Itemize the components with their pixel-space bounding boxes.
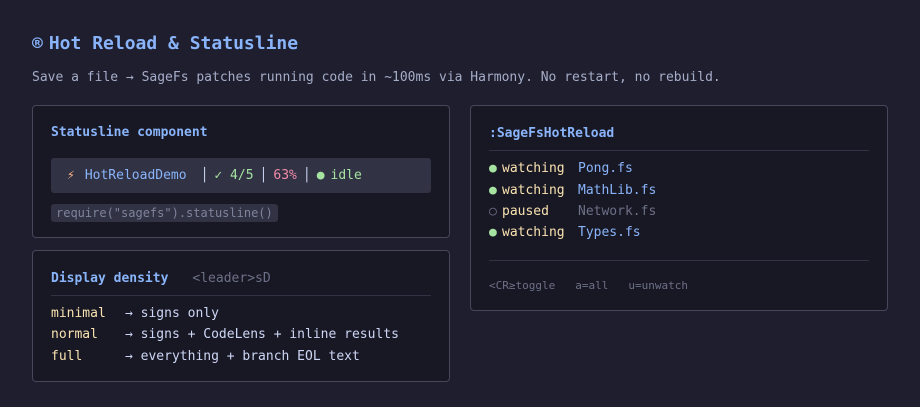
statusline-coverage: 63% (273, 168, 297, 183)
density-row-minimal: minimal → signs only (51, 306, 219, 321)
key-hint-all: a=all (575, 279, 609, 292)
keymap-hints: <CR≥toggle a=all u=unwatch (489, 279, 708, 292)
page-title: ® Hot Reload & Statusline (32, 33, 298, 54)
key-hint-toggle: <CR≥toggle (489, 279, 556, 292)
watch-state: paused (502, 204, 549, 219)
watch-row-network[interactable]: ○ paused Network.fs (489, 204, 656, 219)
statusline-card: Statusline component ⚡ HotReloadDemo │ ✓… (32, 105, 450, 238)
statusline-separator: │ (200, 168, 209, 183)
page-subtitle: Save a file → SageFs patches running cod… (32, 70, 721, 85)
page-title-text: Hot Reload & Statusline (48, 33, 299, 54)
density-mode: full (51, 349, 83, 364)
watch-state: watching (502, 183, 565, 198)
density-heading: Display density (51, 270, 169, 286)
watch-file: Pong.fs (578, 161, 633, 176)
density-keybind: <leader>sD (192, 270, 271, 286)
density-mode: normal (51, 327, 98, 342)
density-row-normal: normal → signs + CodeLens + inline result… (51, 327, 399, 342)
watch-state: watching (502, 161, 565, 176)
status-dot-icon: ● (489, 183, 497, 198)
hot-reload-panel: :SageFsHotReload ● watching Pong.fs ● watch… (470, 105, 888, 311)
statusline-project: HotReloadDemo (84, 168, 187, 183)
density-desc: → signs only (125, 306, 219, 321)
watch-file: Network.fs (578, 204, 657, 219)
statusline-tests: ✓ 4/5 (214, 168, 254, 183)
watch-file: Types.fs (578, 225, 641, 240)
statusline-bar[interactable]: ⚡ HotReloadDemo │ ✓ 4/5 │ 63% │ ● idle (51, 158, 431, 193)
watch-row-mathlib[interactable]: ● watching MathLib.fs (489, 183, 656, 198)
hot-reload-heading: :SageFsHotReload (489, 116, 869, 151)
status-dot-icon: ● (489, 161, 497, 176)
divider (489, 260, 869, 261)
statusline-state: idle (330, 168, 362, 183)
statusline-code-snippet: require("sagefs").statusline() (51, 204, 278, 222)
status-dot-icon: ● (489, 225, 497, 240)
watch-row-types[interactable]: ● watching Types.fs (489, 225, 641, 240)
density-row-full: full → everything + branch EOL text (51, 349, 360, 364)
density-desc: → signs + CodeLens + inline results (125, 327, 399, 342)
density-desc: → everything + branch EOL text (125, 349, 360, 364)
statusline-separator: │ (259, 168, 268, 183)
watch-row-pong[interactable]: ● watching Pong.fs (489, 161, 633, 176)
hot-reload-page: ® Hot Reload & Statusline Save a file → S… (0, 0, 920, 407)
watch-file: MathLib.fs (578, 183, 657, 198)
density-header: Display density <leader>sD (51, 261, 431, 296)
status-dot-icon: ● (316, 168, 325, 183)
registered-icon: ® (32, 33, 43, 54)
key-hint-unwatch: u=unwatch (628, 279, 688, 292)
statusline-heading: Statusline component (51, 124, 208, 140)
status-dot-hollow-icon: ○ (489, 204, 497, 219)
density-card: Display density <leader>sD minimal → sign… (32, 250, 450, 382)
watch-state: watching (502, 225, 565, 240)
density-mode: minimal (51, 306, 106, 321)
lightning-icon: ⚡ (67, 168, 75, 183)
statusline-separator: │ (302, 168, 311, 183)
